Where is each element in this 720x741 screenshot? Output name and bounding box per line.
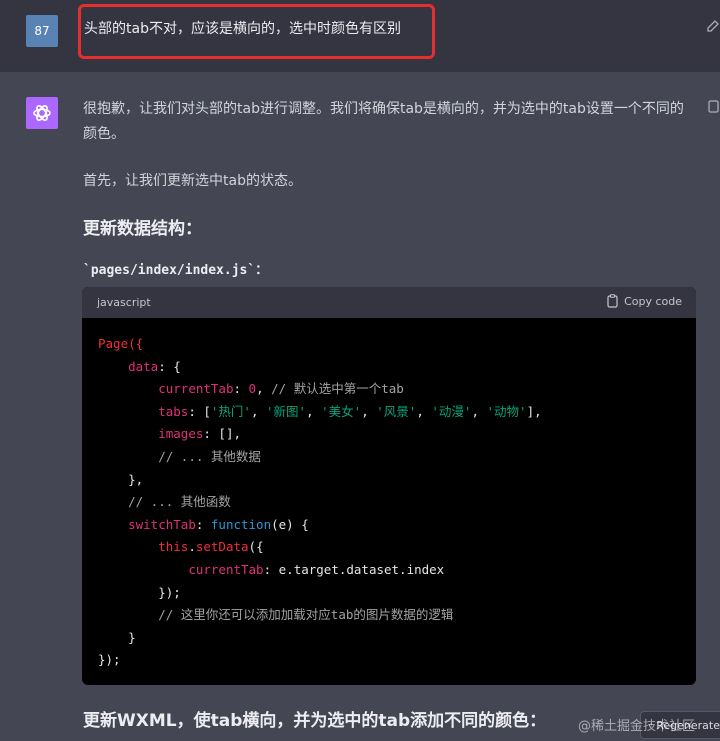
code-content: Page({ data: { currentTab: 0, // 默认选中第一个… (98, 336, 542, 668)
edit-icon[interactable] (706, 18, 720, 34)
assistant-avatar (26, 97, 58, 129)
watermark: @稀土掘金技术社区 (578, 719, 696, 734)
code-language-label: javascript (97, 296, 151, 309)
clipboard-icon (607, 294, 618, 308)
code-block-header: javascript Copy code (82, 287, 696, 318)
bottom-heading: 更新WXML，使tab横向，并为选中的tab添加不同的颜色： (83, 711, 547, 731)
section-heading: 更新数据结构： (83, 219, 202, 239)
copy-code-label: Copy code (624, 294, 682, 308)
assistant-paragraph-1: 很抱歉，让我们对头部的tab进行调整。我们将确保tab是横向的，并为选中的tab… (83, 101, 684, 142)
copy-code-button[interactable]: Copy code (607, 294, 682, 308)
code-block: javascript Copy code Page({ data: { curr… (82, 287, 696, 685)
user-avatar: 87 (26, 15, 58, 47)
file-path-label: `pages/index/index.js`： (83, 263, 269, 278)
openai-logo-icon (33, 105, 51, 121)
user-message-text: 头部的tab不对，应该是横向的，选中时颜色有区别 (84, 21, 401, 37)
assistant-paragraph-2: 首先，让我们更新选中tab的状态。 (83, 173, 302, 189)
user-message-row: 87 头部的tab不对，应该是横向的，选中时颜色有区别 (0, 0, 720, 72)
copy-message-icon[interactable] (708, 98, 720, 114)
